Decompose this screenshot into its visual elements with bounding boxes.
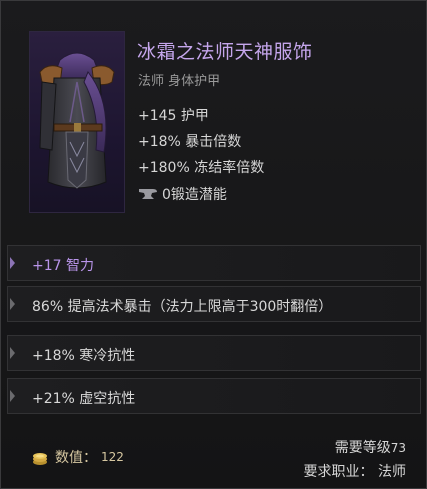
affix-text: +18% 寒冷抗性 (32, 348, 136, 364)
base-stat-armor: +145 护甲 (138, 108, 209, 124)
anvil-icon (139, 189, 157, 199)
affix-row[interactable]: 86% 提高法术暴击（法力上限高于300时翻倍） (7, 286, 421, 322)
affix-marker (10, 257, 15, 269)
item-name: 冰霜之法师天神服饰 (137, 41, 313, 63)
affix-marker (10, 390, 15, 402)
affix-marker (10, 347, 15, 359)
forge-potential-text: 0锻造潜能 (162, 187, 227, 203)
base-stat-freeze-rate: +180% 冻结率倍数 (138, 160, 265, 176)
affix-text: +21% 虚空抗性 (32, 391, 136, 407)
affix-text: +17 智力 (32, 258, 94, 274)
affix-marker (10, 298, 15, 310)
forge-potential: 0锻造潜能 (138, 184, 227, 204)
required-level-label: 需要等级 (334, 440, 391, 456)
item-type: 法师 身体护甲 (138, 74, 221, 89)
item-value-number: 122 (101, 450, 124, 464)
affix-text: 86% 提高法术暴击（法力上限高于300时翻倍） (32, 299, 333, 315)
affix-row[interactable]: +18% 寒冷抗性 (7, 335, 421, 371)
affix-row[interactable]: +17 智力 (7, 245, 421, 281)
base-stat-crit-multiplier: +18% 暴击倍数 (138, 134, 242, 150)
coin-stack-icon (33, 453, 47, 465)
required-level-value: 73 (390, 441, 406, 455)
affix-row[interactable]: +21% 虚空抗性 (7, 378, 421, 414)
item-portrait (29, 31, 125, 213)
item-value-label: 数值： (55, 450, 97, 466)
required-class: 要求职业： 法师 (303, 464, 406, 480)
robe-armor-icon (39, 52, 115, 189)
item-tooltip: 冰霜之法师天神服饰 法师 身体护甲 +145 护甲 +18% 暴击倍数 +180… (0, 0, 427, 489)
required-level: 需要等级73 (335, 437, 406, 457)
item-value: 数值： 122 (31, 447, 124, 467)
